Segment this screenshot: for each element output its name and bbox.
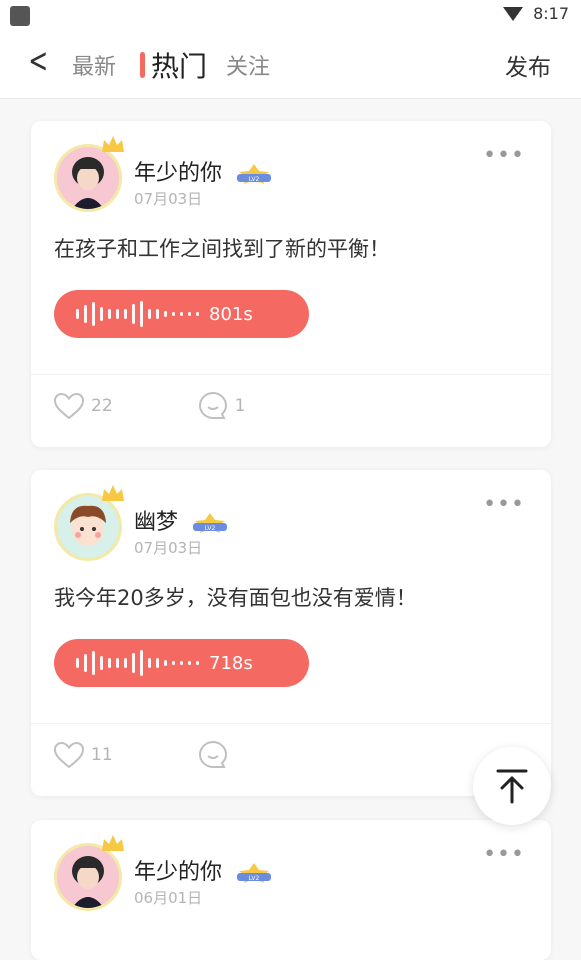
waveform-icon (76, 299, 199, 329)
tab-hot-label: 热门 (151, 50, 208, 83)
heart-icon (53, 741, 85, 769)
like-count: 22 (91, 396, 113, 416)
voice-duration: 718s (209, 652, 253, 674)
more-options-icon[interactable]: ••• (483, 145, 525, 167)
svg-text:LV2: LV2 (249, 875, 260, 882)
back-chevron-icon[interactable]: < (28, 44, 48, 78)
waveform-icon (76, 648, 199, 678)
post-date: 07月03日 (134, 190, 203, 208)
status-bar: 8:17 (0, 0, 581, 30)
comment-icon (198, 391, 227, 419)
like-button[interactable]: 22 (53, 391, 113, 421)
post-date: 06月01日 (134, 889, 203, 907)
more-options-icon[interactable]: ••• (483, 494, 525, 516)
tab-follow[interactable]: 关注 (226, 49, 270, 81)
post-content[interactable]: 在孩子和工作之间找到了新的平衡！ (54, 233, 390, 263)
username: 年少的你 (134, 860, 223, 885)
active-tab-indicator (140, 52, 145, 78)
level-badge-icon: LV2 (193, 513, 228, 533)
comment-button[interactable]: 1 (197, 390, 246, 422)
more-options-icon[interactable]: ••• (483, 844, 525, 866)
voice-message-button[interactable]: 801s (54, 290, 309, 338)
tab-hot[interactable]: 热门 (140, 45, 207, 85)
post-card[interactable]: 年少的你 LV2 07月03日 ••• 在孩子和工作之间找到了新的平衡！ 801… (31, 121, 551, 447)
back-to-top-button[interactable] (473, 747, 551, 825)
avatar-girl-image (57, 147, 119, 209)
level-badge-icon: LV2 (237, 863, 272, 883)
wifi-icon (503, 6, 524, 21)
post-author: 幽梦 LV2 (134, 504, 229, 536)
post-author: 年少的你 LV2 (134, 854, 273, 886)
comment-button[interactable] (197, 739, 235, 771)
post-date: 07月03日 (134, 539, 203, 557)
comment-count: 1 (234, 396, 246, 416)
svg-text:LV2: LV2 (205, 525, 216, 532)
crown-icon (102, 835, 124, 851)
level-badge-icon: LV2 (237, 164, 272, 184)
status-time: 8:17 (533, 4, 569, 23)
like-button[interactable]: 11 (53, 740, 113, 770)
post-card[interactable]: 年少的你 LV2 06月01日 ••• (31, 820, 551, 960)
crown-icon (102, 136, 124, 152)
username: 年少的你 (134, 161, 223, 186)
app-notification-icon (10, 6, 30, 26)
username: 幽梦 (134, 510, 179, 535)
voice-message-button[interactable]: 718s (54, 639, 309, 687)
divider (31, 374, 551, 375)
post-actions: 11 (53, 739, 235, 771)
comment-icon (198, 740, 227, 768)
top-nav: < 最新 热门 关注 发布 (0, 30, 581, 99)
publish-button[interactable]: 发布 (505, 48, 551, 82)
post-actions: 22 1 (53, 390, 245, 422)
post-card[interactable]: 幽梦 LV2 07月03日 ••• 我今年20多岁，没有面包也没有爱情！ 718… (31, 470, 551, 796)
post-content[interactable]: 我今年20多岁，没有面包也没有爱情！ (54, 582, 417, 612)
status-right: 8:17 (503, 4, 569, 23)
arrow-up-to-top-icon (496, 769, 528, 804)
tab-latest[interactable]: 最新 (72, 49, 116, 81)
avatar-girl-image (57, 846, 119, 908)
voice-duration: 801s (209, 303, 253, 325)
heart-icon (53, 392, 85, 420)
svg-text:LV2: LV2 (249, 176, 260, 183)
post-author: 年少的你 LV2 (134, 155, 273, 187)
like-count: 11 (91, 745, 113, 765)
crown-icon (102, 485, 124, 501)
avatar-boy-image (57, 496, 119, 558)
divider (31, 723, 551, 724)
